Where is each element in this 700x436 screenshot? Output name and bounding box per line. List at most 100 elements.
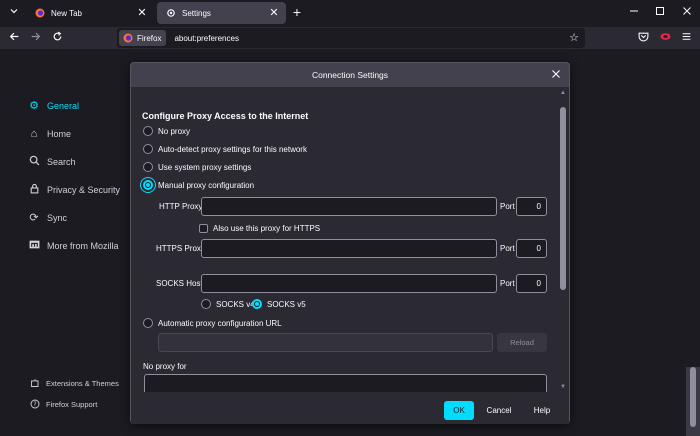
sidebar-item-privacy[interactable]: Privacy & Security	[27, 182, 120, 198]
radio-button-checked[interactable]	[252, 299, 262, 309]
scroll-up-arrow-icon[interactable]: ▲	[559, 89, 567, 97]
new-tab-button[interactable]: +	[290, 5, 304, 20]
pocket-button[interactable]	[636, 31, 650, 45]
dialog-title: Connection Settings	[311, 70, 389, 80]
checkbox[interactable]	[199, 223, 208, 233]
page-scrollbar-thumb[interactable]	[690, 367, 696, 427]
tab-list-button[interactable]	[7, 6, 21, 20]
radio-manual-proxy[interactable]: Manual proxy configuration	[143, 179, 254, 191]
radio-button[interactable]	[143, 318, 153, 328]
sidebar-item-label: Search	[47, 157, 76, 167]
home-icon: ⌂	[30, 128, 38, 140]
radio-button[interactable]	[143, 126, 153, 136]
radio-label: SOCKS v5	[267, 299, 306, 309]
http-proxy-label: HTTP Proxy	[159, 202, 203, 211]
help-button[interactable]: Help	[524, 401, 560, 420]
http-port-input[interactable]: 0	[516, 197, 547, 216]
maximize-button[interactable]	[653, 6, 667, 20]
ok-button[interactable]: OK	[444, 401, 474, 420]
sidebar-item-label: General	[47, 101, 80, 111]
https-port-label: Port	[500, 244, 515, 253]
radio-button[interactable]	[143, 144, 153, 154]
tab-new-tab[interactable]: New Tab ✕	[26, 2, 154, 24]
reload-button[interactable]	[50, 31, 64, 45]
radio-auto-detect[interactable]: Auto-detect proxy settings for this netw…	[143, 143, 307, 155]
sidebar-item-label: Sync	[47, 213, 68, 223]
lock-icon	[27, 183, 41, 197]
no-proxy-for-textarea[interactable]	[144, 374, 547, 392]
radio-button[interactable]	[201, 299, 211, 309]
radio-no-proxy[interactable]: No proxy	[143, 125, 190, 137]
https-port-input[interactable]: 0	[516, 239, 547, 258]
radio-label: Automatic proxy configuration URL	[158, 318, 282, 328]
gear-icon: ⚙	[29, 100, 39, 112]
scroll-down-arrow-icon[interactable]: ▼	[559, 383, 567, 391]
gear-icon	[167, 9, 175, 17]
https-proxy-input[interactable]	[201, 239, 497, 258]
firefox-icon	[35, 8, 45, 18]
maximize-icon	[656, 7, 664, 15]
radio-label: Manual proxy configuration	[158, 180, 255, 190]
cancel-button[interactable]: Cancel	[480, 401, 518, 420]
reload-icon	[53, 31, 61, 41]
tab-label: New Tab	[51, 8, 82, 18]
http-proxy-input[interactable]	[201, 197, 497, 216]
forward-arrow-icon	[31, 32, 40, 41]
checkbox-label: Also use this proxy for HTTPS	[213, 223, 321, 233]
close-tab-icon[interactable]: ✕	[136, 7, 148, 19]
https-proxy-label: HTTPS Proxy	[156, 244, 205, 253]
also-https-checkbox-row[interactable]: Also use this proxy for HTTPS	[199, 222, 320, 234]
sidebar-footer-label: Extensions & Themes	[46, 378, 119, 388]
sidebar-item-general[interactable]: ⚙ General	[27, 98, 79, 114]
dialog-body: Configure Proxy Access to the Internet N…	[131, 87, 569, 392]
hamburger-menu-icon	[682, 33, 690, 40]
sidebar-item-more-from-mozilla[interactable]: More from Mozilla	[27, 238, 119, 254]
radio-socks-v5[interactable]: SOCKS v5	[252, 298, 306, 310]
sidebar-footer-label: Firefox Support	[46, 399, 98, 409]
firefox-icon	[123, 33, 133, 43]
identity-box[interactable]: Firefox	[119, 30, 167, 46]
radio-socks-v4[interactable]: SOCKS v4	[201, 298, 255, 310]
url-bar[interactable]: Firefox about:preferences ☆	[117, 28, 585, 48]
minimize-icon	[630, 10, 638, 12]
dialog-scrollbar-thumb[interactable]	[560, 107, 566, 290]
socks-port-label: Port	[500, 279, 515, 288]
socks-host-input[interactable]	[201, 274, 497, 293]
navigation-toolbar: Firefox about:preferences ☆	[0, 27, 700, 49]
tab-strip: New Tab ✕ Settings ✕ +	[0, 0, 700, 27]
back-button[interactable]	[7, 31, 21, 45]
minimize-button[interactable]	[627, 6, 641, 20]
close-tab-icon[interactable]: ✕	[268, 7, 280, 19]
sidebar-item-label: Privacy & Security	[47, 185, 121, 195]
back-arrow-icon	[9, 32, 18, 41]
sidebar-extensions-themes[interactable]: Extensions & Themes	[30, 377, 119, 389]
sidebar-item-search[interactable]: Search	[27, 154, 76, 170]
radio-label: Use system proxy settings	[158, 162, 252, 172]
puzzle-icon	[30, 378, 40, 388]
auto-proxy-url-input[interactable]	[158, 333, 493, 352]
help-icon: ?	[30, 399, 40, 409]
sidebar-item-sync[interactable]: ⟳ Sync	[27, 210, 67, 226]
dialog-close-button[interactable]	[549, 68, 563, 82]
radio-label: SOCKS v4	[216, 299, 255, 309]
reload-button[interactable]: Reload	[497, 333, 547, 352]
url-text[interactable]: about:preferences	[174, 34, 239, 43]
account-button[interactable]	[658, 31, 672, 45]
radio-auto-proxy-url[interactable]: Automatic proxy configuration URL	[143, 317, 282, 329]
dialog-footer: OK Cancel Help	[131, 392, 569, 424]
radio-button[interactable]	[143, 162, 153, 172]
forward-button[interactable]	[28, 31, 42, 45]
sidebar-firefox-support[interactable]: ? Firefox Support	[30, 398, 97, 410]
sync-icon: ⟳	[29, 212, 39, 224]
bookmark-star-icon[interactable]: ☆	[569, 31, 579, 44]
sidebar-item-label: Home	[47, 129, 72, 139]
chevron-down-icon	[10, 9, 18, 14]
sidebar-item-home[interactable]: ⌂ Home	[27, 126, 71, 142]
app-menu-button[interactable]	[679, 31, 693, 45]
radio-system-proxy[interactable]: Use system proxy settings	[143, 161, 251, 173]
sidebar-item-label: More from Mozilla	[47, 241, 119, 251]
tab-settings[interactable]: Settings ✕	[157, 2, 286, 24]
radio-button-checked[interactable]	[143, 180, 153, 190]
socks-port-input[interactable]: 0	[516, 274, 547, 293]
close-window-button[interactable]	[680, 6, 694, 20]
